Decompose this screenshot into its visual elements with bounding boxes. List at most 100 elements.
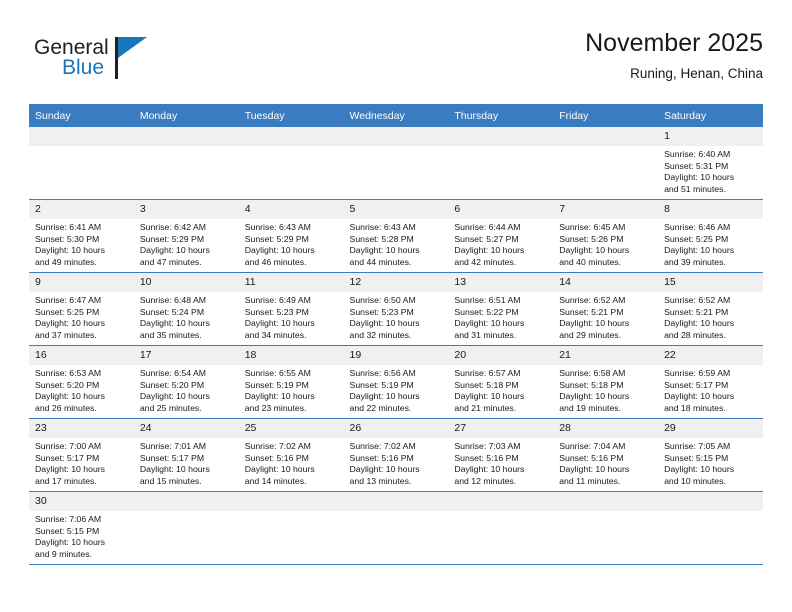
daylight-text-line2: and 9 minutes. [35, 548, 92, 559]
day-number: 1 [658, 127, 763, 146]
day-number [133, 492, 239, 511]
sunrise-text: Sunrise: 6:47 AM [35, 295, 102, 305]
calendar-day-cell[interactable]: 10 Sunrise: 6:48 AM Sunset: 5:24 PM Dayligh… [133, 272, 239, 346]
calendar-day-cell[interactable]: 19 Sunrise: 6:56 AM Sunset: 5:19 PM Dayligh… [343, 345, 449, 419]
calendar-day-cell[interactable]: 26 Sunrise: 7:02 AM Sunset: 5:16 PM Dayligh… [343, 418, 449, 492]
calendar-day-cell[interactable]: 8 Sunrise: 6:46 AM Sunset: 5:25 PM Daylight… [658, 199, 763, 273]
day-number: 19 [343, 346, 449, 365]
day-details: Sunrise: 7:01 AM Sunset: 5:17 PM Daylight:… [134, 438, 239, 487]
sunset-text: Sunset: 5:26 PM [559, 233, 624, 244]
sunset-text: Sunset: 5:15 PM [35, 525, 100, 536]
calendar-day-cell[interactable]: 17 Sunrise: 6:54 AM Sunset: 5:20 PM Dayligh… [133, 345, 239, 419]
day-number: 26 [343, 419, 449, 438]
calendar-day-cell[interactable]: 18 Sunrise: 6:55 AM Sunset: 5:19 PM Dayligh… [238, 345, 344, 419]
day-number: 21 [553, 346, 659, 365]
daylight-text-line1: Daylight: 10 hours [454, 318, 525, 329]
calendar-day-cell[interactable]: 28 Sunrise: 7:04 AM Sunset: 5:16 PM Dayligh… [553, 418, 659, 492]
general-blue-logo: General Blue [29, 36, 249, 92]
daylight-text-line1: Daylight: 10 hours [139, 464, 210, 475]
calendar-day-cell[interactable]: 14 Sunrise: 6:52 AM Sunset: 5:21 PM Dayligh… [553, 272, 659, 346]
day-details: Sunrise: 6:52 AM Sunset: 5:21 PM Daylight:… [658, 292, 763, 341]
daylight-text-line2: and 26 minutes. [35, 402, 97, 413]
day-number: 30 [29, 492, 134, 511]
day-details: Sunrise: 6:57 AM Sunset: 5:18 PM Daylight:… [448, 365, 553, 414]
sunrise-text: Sunrise: 6:43 AM [244, 222, 311, 232]
calendar-day-cell[interactable]: 21 Sunrise: 6:58 AM Sunset: 5:18 PM Dayligh… [553, 345, 659, 419]
calendar-day-cell[interactable]: 3 Sunrise: 6:42 AM Sunset: 5:29 PM Daylight… [133, 199, 239, 273]
day-number: 16 [29, 346, 134, 365]
calendar-day-cell[interactable]: 6 Sunrise: 6:44 AM Sunset: 5:27 PM Daylight… [448, 199, 554, 273]
sunrise-text: Sunrise: 7:01 AM [139, 441, 207, 451]
calendar-week-row: 16 Sunrise: 6:53 AM Sunset: 5:20 PM Dayligh… [29, 345, 763, 419]
weekday-header-sunday: Sunday [29, 104, 134, 127]
day-number: 24 [133, 419, 239, 438]
calendar-day-cell[interactable]: 5 Sunrise: 6:43 AM Sunset: 5:28 PM Daylight… [343, 199, 449, 273]
day-details: Sunrise: 6:46 AM Sunset: 5:25 PM Daylight:… [658, 219, 763, 268]
daylight-text-line2: and 22 minutes. [349, 402, 412, 413]
calendar-week-row: 1 Sunrise: 6:40 AM Sunset: 5:31 PM Daylight… [29, 127, 763, 200]
calendar-day-cell[interactable]: 1 Sunrise: 6:40 AM Sunset: 5:31 PM Daylight… [658, 127, 763, 200]
calendar-day-cell[interactable]: 23 Sunrise: 7:00 AM Sunset: 5:17 PM Dayligh… [29, 418, 134, 492]
calendar-day-cell[interactable]: 2 Sunrise: 6:41 AM Sunset: 5:30 PM Daylight… [29, 199, 134, 273]
sunrise-text: Sunrise: 6:53 AM [35, 368, 102, 378]
daylight-text-line2: and 11 minutes. [559, 475, 621, 486]
day-number: 17 [133, 346, 239, 365]
weekday-header-thursday: Thursday [448, 104, 554, 127]
calendar-day-cell[interactable]: 22 Sunrise: 6:59 AM Sunset: 5:17 PM Dayligh… [658, 345, 763, 419]
daylight-text-line2: and 31 minutes. [454, 329, 517, 340]
sunrise-text: Sunrise: 6:46 AM [664, 222, 731, 232]
daylight-text-line1: Daylight: 10 hours [664, 172, 735, 183]
calendar-day-cell[interactable]: 25 Sunrise: 7:02 AM Sunset: 5:16 PM Dayligh… [238, 418, 344, 492]
calendar-week-row: 9 Sunrise: 6:47 AM Sunset: 5:25 PM Daylight… [29, 272, 763, 346]
calendar-day-cell[interactable]: 7 Sunrise: 6:45 AM Sunset: 5:26 PM Daylight… [553, 199, 659, 273]
sunset-text: Sunset: 5:22 PM [454, 306, 519, 317]
calendar-day-cell[interactable]: 11 Sunrise: 6:49 AM Sunset: 5:23 PM Dayligh… [238, 272, 344, 346]
calendar-day-cell[interactable]: 30 Sunrise: 7:06 AM Sunset: 5:15 PM Dayligh… [29, 491, 134, 565]
daylight-text-line1: Daylight: 10 hours [559, 464, 630, 475]
daylight-text-line1: Daylight: 10 hours [139, 391, 210, 402]
calendar-empty-cell [133, 127, 239, 200]
daylight-text-line1: Daylight: 10 hours [35, 464, 106, 475]
calendar-day-cell[interactable]: 13 Sunrise: 6:51 AM Sunset: 5:22 PM Dayligh… [448, 272, 554, 346]
daylight-text-line2: and 34 minutes. [244, 329, 307, 340]
sunrise-text: Sunrise: 7:06 AM [35, 514, 102, 524]
sunset-text: Sunset: 5:27 PM [454, 233, 519, 244]
day-details: Sunrise: 7:02 AM Sunset: 5:16 PM Daylight:… [344, 438, 449, 487]
daylight-text-line2: and 13 minutes. [349, 475, 412, 486]
calendar-day-cell[interactable]: 29 Sunrise: 7:05 AM Sunset: 5:15 PM Dayligh… [658, 418, 763, 492]
daylight-text-line1: Daylight: 10 hours [559, 245, 630, 256]
sunset-text: Sunset: 5:31 PM [664, 160, 729, 171]
daylight-text-line2: and 19 minutes. [559, 402, 622, 413]
calendar-empty-cell [343, 491, 449, 565]
sunrise-text: Sunrise: 6:54 AM [139, 368, 207, 378]
sunrise-sunset-calendar: Sunday Monday Tuesday Wednesday Thursday… [29, 104, 763, 565]
calendar-day-cell[interactable]: 24 Sunrise: 7:01 AM Sunset: 5:17 PM Dayligh… [133, 418, 239, 492]
calendar-day-cell[interactable]: 27 Sunrise: 7:03 AM Sunset: 5:16 PM Dayligh… [448, 418, 554, 492]
sunset-text: Sunset: 5:24 PM [139, 306, 205, 317]
calendar-day-cell[interactable]: 12 Sunrise: 6:50 AM Sunset: 5:23 PM Dayligh… [343, 272, 449, 346]
day-number [238, 492, 344, 511]
day-number: 2 [29, 200, 134, 219]
day-number [448, 127, 554, 146]
day-number: 22 [658, 346, 763, 365]
calendar-day-cell[interactable]: 20 Sunrise: 6:57 AM Sunset: 5:18 PM Dayligh… [448, 345, 554, 419]
daylight-text-line1: Daylight: 10 hours [349, 464, 420, 475]
day-details: Sunrise: 6:43 AM Sunset: 5:29 PM Daylight:… [239, 219, 344, 268]
sunset-text: Sunset: 5:20 PM [35, 379, 100, 390]
daylight-text-line2: and 10 minutes. [664, 475, 726, 486]
calendar-day-cell[interactable]: 9 Sunrise: 6:47 AM Sunset: 5:25 PM Daylight… [29, 272, 134, 346]
sunset-text: Sunset: 5:16 PM [349, 452, 414, 463]
title-block: November 2025 Runing, Henan, China [585, 28, 763, 84]
daylight-text-line2: and 37 minutes. [35, 329, 97, 340]
sunrise-text: Sunrise: 7:03 AM [454, 441, 521, 451]
calendar-day-cell[interactable]: 15 Sunrise: 6:52 AM Sunset: 5:21 PM Dayligh… [658, 272, 763, 346]
calendar-day-cell[interactable]: 4 Sunrise: 6:43 AM Sunset: 5:29 PM Daylight… [238, 199, 344, 273]
day-details: Sunrise: 6:58 AM Sunset: 5:18 PM Daylight:… [553, 365, 658, 414]
day-number: 13 [448, 273, 554, 292]
calendar-day-cell[interactable]: 16 Sunrise: 6:53 AM Sunset: 5:20 PM Dayligh… [29, 345, 134, 419]
logo-text-blue: Blue [62, 56, 105, 79]
day-details: Sunrise: 6:51 AM Sunset: 5:22 PM Daylight:… [448, 292, 553, 341]
daylight-text-line2: and 32 minutes. [349, 329, 412, 340]
day-number [658, 492, 763, 511]
sunrise-text: Sunrise: 6:58 AM [559, 368, 626, 378]
